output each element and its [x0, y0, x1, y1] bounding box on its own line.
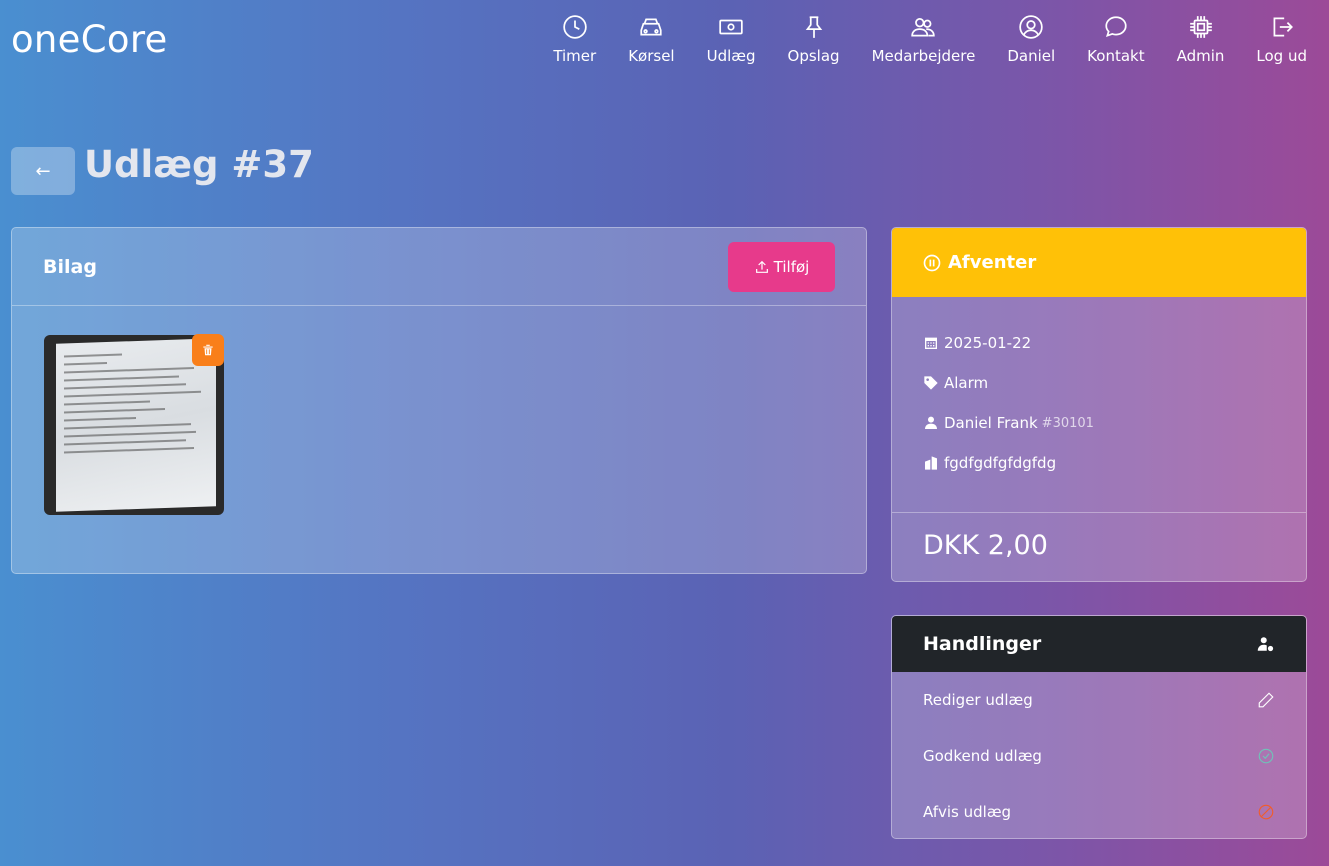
pin-icon [805, 16, 822, 38]
logout-icon [1273, 17, 1293, 37]
actions-header: Handlinger [892, 616, 1306, 672]
approve-expense-action[interactable]: Godkend udlæg [892, 728, 1306, 784]
date-row: 2025-01-22 [923, 323, 1275, 363]
actions-title: Handlinger [923, 633, 1042, 655]
company-row: fgdfgdfgfdgfdg [923, 443, 1275, 483]
reject-expense-action[interactable]: Afvis udlæg [892, 784, 1306, 838]
trash-icon [203, 344, 213, 356]
bilag-card: Bilag Tilføj [11, 227, 867, 574]
employee-id: #30101 [1041, 415, 1094, 431]
back-button[interactable]: ← [11, 147, 75, 195]
nav-label: Opslag [787, 47, 840, 65]
expense-info: 2025-01-22 Alarm Daniel Frank #30101 fgd… [892, 297, 1306, 513]
nav-label: Daniel [1007, 47, 1056, 65]
user-circle-icon [1019, 15, 1043, 39]
category-row: Alarm [923, 363, 1275, 403]
calendar-icon [925, 337, 937, 349]
brand-logo[interactable]: oneCore [11, 18, 168, 61]
action-label: Godkend udlæg [923, 747, 1042, 765]
pause-circle-icon [923, 254, 941, 271]
people-icon [911, 18, 936, 37]
nav-label: Kontakt [1087, 47, 1145, 65]
nav-item-logout[interactable]: Log ud [1256, 14, 1307, 65]
cash-icon [719, 19, 743, 35]
employee-row: Daniel Frank #30101 [923, 403, 1275, 443]
edit-expense-action[interactable]: Rediger udlæg [892, 672, 1306, 728]
nav-label: Timer [553, 47, 597, 65]
nav-item-admin[interactable]: Admin [1176, 14, 1225, 65]
pencil-icon [1258, 692, 1274, 708]
clock-icon [563, 15, 587, 39]
company-name: fgdfgdfgfdgfdg [944, 454, 1057, 472]
main-nav: Timer Kørsel Udlæg Opslag Medarbejdere D… [521, 14, 1307, 65]
expense-amount: DKK 2,00 [923, 530, 1048, 561]
nav-item-daniel[interactable]: Daniel [1007, 14, 1055, 65]
upload-button[interactable]: Tilføj [728, 241, 835, 292]
user-gear-icon [1257, 637, 1274, 652]
nav-label: Admin [1176, 47, 1225, 65]
nav-item-opslag[interactable]: Opslag [788, 14, 840, 65]
bilag-header: Bilag Tilføj [12, 228, 866, 306]
nav-item-timer[interactable]: Timer [553, 14, 596, 65]
nav-label: Medarbejdere [871, 47, 976, 65]
nav-label: Udlæg [706, 47, 756, 65]
car-icon [640, 18, 663, 36]
ban-circle-icon [1258, 804, 1274, 820]
person-icon [925, 416, 937, 429]
expense-date: 2025-01-22 [944, 334, 1032, 352]
receipt-image [56, 338, 216, 512]
action-label: Afvis udlæg [923, 803, 1012, 821]
building-icon [925, 456, 937, 470]
nav-item-korsel[interactable]: Kørsel [628, 14, 675, 65]
employee-name: Daniel Frank [944, 414, 1038, 432]
action-label: Rediger udlæg [923, 691, 1033, 709]
cpu-icon [1189, 16, 1212, 38]
status-header: Afventer [892, 228, 1306, 297]
check-circle-icon [1258, 748, 1274, 764]
upload-label: Tilføj [773, 257, 810, 276]
nav-label: Log ud [1256, 47, 1307, 65]
tag-icon [924, 376, 938, 390]
actions-card: Handlinger Rediger udlæg Godkend udlæg A… [891, 615, 1307, 839]
nav-item-udlaeg[interactable]: Udlæg [707, 14, 756, 65]
expense-category: Alarm [944, 374, 989, 392]
status-card: Afventer 2025-01-22 Alarm Daniel Frank #… [891, 227, 1307, 582]
nav-label: Kørsel [628, 47, 675, 65]
page-title: Udlæg #37 [84, 143, 314, 186]
nav-item-kontakt[interactable]: Kontakt [1087, 14, 1145, 65]
upload-icon [755, 260, 768, 273]
bilag-title: Bilag [43, 255, 97, 278]
delete-receipt-button[interactable] [192, 334, 224, 366]
chat-icon [1105, 16, 1127, 38]
status-label: Afventer [948, 252, 1037, 273]
nav-item-medarbejdere[interactable]: Medarbejdere [871, 14, 976, 65]
